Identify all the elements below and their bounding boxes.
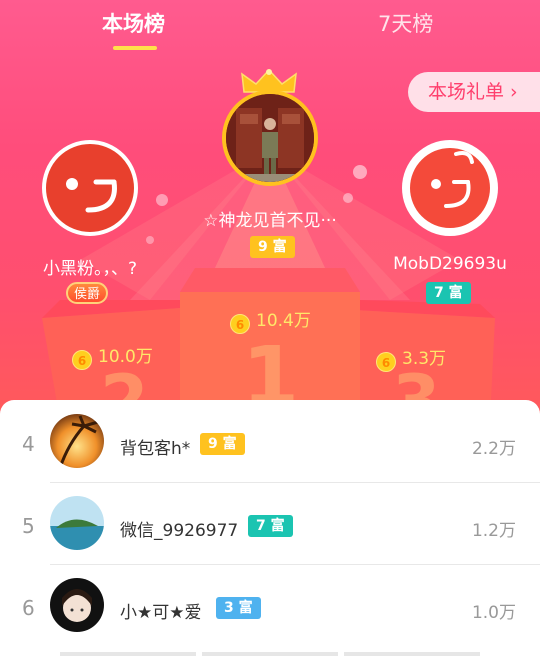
avatar[interactable] [50, 578, 104, 632]
user-name: 小★可★爱 [120, 603, 202, 623]
coin-icon: 6 [230, 314, 250, 334]
rank-number: 4 [22, 432, 35, 456]
wealth-badge: 7 富 [248, 515, 293, 537]
rank-number: 6 [22, 596, 35, 620]
person-photo [226, 94, 314, 182]
tab-bar: 本场榜 7天榜 [0, 8, 540, 50]
user-name: 背包客h* [120, 439, 191, 459]
second-place-amount-value: 10.0万 [98, 347, 153, 367]
user-name: 微信_9926977 [120, 521, 239, 541]
divider [50, 564, 540, 565]
wink-face-icon [431, 151, 474, 208]
wealth-badge: 3 富 [216, 597, 261, 619]
gift-list-button[interactable]: 本场礼单 › [408, 72, 540, 112]
list-item[interactable]: 4 背包客h* 9 富 2.2万 [0, 402, 540, 484]
third-place-amount: 6 3.3万 [376, 344, 446, 372]
chevron-right-icon: › [510, 81, 518, 103]
contribution-amount: 1.2万 [471, 521, 516, 541]
first-place-amount-value: 10.4万 [256, 311, 311, 331]
third-place-avatar[interactable] [402, 140, 498, 236]
rank-header: 1 2 3 本场榜 7天榜 本场礼单 › ☆神龙见首不见··· 9 富 6 10.4… [0, 0, 540, 420]
third-place-amount-value: 3.3万 [402, 349, 447, 369]
contribution-amount: 2.2万 [471, 439, 516, 459]
island-photo [50, 496, 104, 550]
first-place-avatar[interactable] [222, 90, 318, 186]
contribution-amount: 1.0万 [471, 603, 516, 623]
first-place-name: ☆神龙见首不见··· [203, 211, 337, 231]
sunset-palm-photo [50, 414, 104, 468]
wealth-badge: 9 富 [200, 433, 245, 455]
coin-icon: 6 [376, 352, 396, 372]
list-item[interactable]: 5 微信_9926977 7 富 1.2万 [0, 484, 540, 566]
avatar[interactable] [50, 414, 104, 468]
tab-seven-day[interactable]: 7天榜 [378, 8, 433, 38]
coin-icon: 6 [72, 350, 92, 370]
ranking-list: 4 背包客h* 9 富 2.2万 5 微信_9926977 7 富 1.2万 6… [0, 400, 540, 656]
first-place-wealth-badge: 9 富 [250, 236, 295, 258]
list-item[interactable]: 6 小★可★爱 3 富 1.0万 [0, 566, 540, 648]
second-place-amount: 6 10.0万 [72, 342, 153, 370]
third-place-name: MobD29693u [393, 254, 507, 274]
avatar[interactable] [50, 496, 104, 550]
bottom-indicator [60, 652, 480, 656]
active-tab-indicator [113, 46, 157, 50]
tab-current-session[interactable]: 本场榜 [102, 8, 165, 38]
second-place-avatar[interactable] [42, 140, 138, 236]
podium-first-top [180, 268, 360, 292]
second-place-name: 小黑粉。，、? [42, 259, 138, 279]
second-place-duke-badge: 侯爵 [66, 282, 109, 304]
gift-list-label: 本场礼单 [428, 81, 505, 103]
first-place-amount: 6 10.4万 [230, 306, 311, 334]
third-place-wealth-badge: 7 富 [426, 282, 471, 304]
cartoon-girl-photo [50, 578, 104, 632]
rank-number: 5 [22, 514, 35, 538]
wink-face-icon [66, 178, 117, 213]
divider [50, 482, 540, 483]
third-place-avatar-face [410, 148, 490, 228]
